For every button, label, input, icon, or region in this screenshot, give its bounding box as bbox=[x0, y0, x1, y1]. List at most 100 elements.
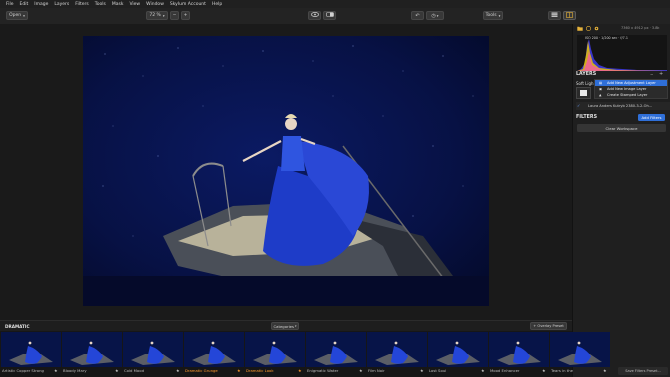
preset-card[interactable]: Enigmatic Water ★ bbox=[306, 331, 366, 377]
zoom-in-label: + bbox=[183, 13, 188, 18]
categories-dropdown[interactable]: Categories ▾ bbox=[271, 322, 299, 330]
layer-visible-check-icon[interactable]: ✓ bbox=[577, 103, 580, 108]
preset-card[interactable]: Tears in the ★ bbox=[550, 331, 610, 377]
open-button[interactable]: Open ▾ bbox=[6, 11, 28, 20]
preset-thumbnail[interactable] bbox=[184, 332, 244, 367]
chevron-down-icon: ▾ bbox=[436, 13, 439, 18]
favorite-star-icon[interactable]: ★ bbox=[420, 368, 424, 373]
minus-icon[interactable]: − bbox=[650, 72, 653, 77]
chevron-down-icon: ▾ bbox=[294, 324, 297, 328]
filters-panel-button[interactable] bbox=[563, 11, 576, 20]
preset-thumbnail[interactable] bbox=[245, 332, 305, 367]
add-filters-button[interactable]: Add Filters bbox=[638, 114, 665, 121]
favorite-star-icon[interactable]: ★ bbox=[54, 368, 58, 373]
right-panel: 7360 x 4912 px · 3.8k ISO 200 · 1/200 se… bbox=[572, 24, 670, 377]
layer-thumbnail-adjust[interactable] bbox=[576, 87, 591, 99]
preset-thumbnail[interactable] bbox=[428, 332, 488, 367]
save-filters-preset-button[interactable]: Save Filters Preset... bbox=[618, 367, 668, 375]
folder-icon[interactable] bbox=[577, 26, 583, 33]
preset-label: Dramatic Grunge bbox=[185, 368, 218, 373]
histogram bbox=[577, 35, 667, 71]
menu-item-create-stamped-layer[interactable]: ▲ Create Stamped Layer bbox=[595, 92, 667, 98]
undo-button[interactable]: ↶ bbox=[411, 11, 424, 20]
clear-workspace-button[interactable]: Clear Workspace bbox=[577, 124, 666, 132]
add-filters-label: Add Filters bbox=[641, 115, 662, 120]
favorite-star-icon[interactable]: ★ bbox=[603, 368, 607, 373]
menu-mask[interactable]: Mask bbox=[112, 2, 124, 7]
compare-button[interactable] bbox=[323, 11, 336, 20]
preset-card[interactable]: Dramatic Grunge ★ bbox=[184, 331, 244, 377]
preset-label: Cold Mood bbox=[124, 368, 144, 373]
menu-file[interactable]: File bbox=[6, 2, 14, 7]
image-info: 7360 x 4912 px · 3.8k bbox=[621, 26, 660, 30]
zoom-in-button[interactable]: + bbox=[181, 11, 190, 20]
preset-thumbnail[interactable] bbox=[306, 332, 366, 367]
main-photo bbox=[83, 36, 489, 306]
add-layer-icon[interactable]: + bbox=[659, 71, 663, 77]
menu-item-label: Add New Image Layer bbox=[607, 86, 647, 91]
menu-edit[interactable]: Edit bbox=[20, 2, 29, 7]
preset-card[interactable]: Artistic Copper Strong ★ bbox=[1, 331, 61, 377]
presets-panel-button[interactable] bbox=[548, 11, 561, 20]
menu-help[interactable]: Help bbox=[212, 2, 222, 7]
zoom-out-button[interactable]: − bbox=[170, 11, 179, 20]
preset-card[interactable]: Cold Mood ★ bbox=[123, 331, 183, 377]
info-icon[interactable] bbox=[585, 25, 592, 33]
preview-button[interactable] bbox=[308, 11, 321, 20]
favorite-star-icon[interactable]: ★ bbox=[237, 368, 241, 373]
toolbar: Open ▾ 72 % ▾ − + ↶ ◷ ▾ Tools ▾ bbox=[0, 8, 670, 25]
preset-label: Film Noir bbox=[368, 368, 385, 373]
preset-thumbnail[interactable] bbox=[550, 332, 610, 367]
zoom-select[interactable]: 72 % ▾ bbox=[146, 11, 168, 20]
chevron-down-icon: ▾ bbox=[23, 13, 25, 18]
preset-thumbnail[interactable] bbox=[367, 332, 427, 367]
menu-layers[interactable]: Layers bbox=[54, 2, 69, 7]
layer-row[interactable]: ✓ Laura Anders Kutryb 2380-3-2-Oh... bbox=[576, 102, 670, 110]
history-button[interactable]: ◷ ▾ bbox=[426, 11, 444, 20]
overlay-preset-button[interactable]: + Overlay Preset bbox=[530, 322, 567, 330]
tools-button[interactable]: Tools ▾ bbox=[483, 11, 503, 20]
layer-name: Laura Anders Kutryb 2380-3-2-Oh... bbox=[588, 103, 653, 108]
layer-context-menu: ▤ Add New Adjustment Layer ▣ Add New Ima… bbox=[594, 79, 668, 99]
preset-card[interactable]: Bloody Mary ★ bbox=[62, 331, 122, 377]
favorite-star-icon[interactable]: ★ bbox=[176, 368, 180, 373]
blend-mode-label[interactable]: Soft Ligh bbox=[576, 81, 594, 86]
categories-label: Categories bbox=[273, 323, 294, 329]
favorite-star-icon[interactable]: ★ bbox=[481, 368, 485, 373]
eye-icon bbox=[310, 12, 319, 19]
preset-card[interactable]: Dramatic Look ★ bbox=[245, 331, 305, 377]
exif-info: ISO 200 · 1/200 sec · f/7.1 bbox=[585, 36, 628, 40]
menu-view[interactable]: View bbox=[129, 2, 140, 7]
layers-title: LAYERS bbox=[576, 72, 597, 77]
compare-icon bbox=[325, 12, 334, 19]
menu-image[interactable]: Image bbox=[34, 2, 48, 7]
overlay-preset-label: + Overlay Preset bbox=[533, 324, 564, 328]
preset-thumbnail[interactable] bbox=[123, 332, 183, 367]
filters-title: FILTERS bbox=[576, 115, 598, 120]
menu-tools[interactable]: Tools bbox=[95, 2, 106, 7]
preset-thumbnail[interactable] bbox=[1, 332, 61, 367]
preset-label: Tears in the bbox=[551, 368, 573, 373]
preset-thumbnail[interactable] bbox=[62, 332, 122, 367]
menu-window[interactable]: Window bbox=[146, 2, 164, 7]
menu-item-label: Create Stamped Layer bbox=[607, 92, 648, 97]
favorite-star-icon[interactable]: ★ bbox=[115, 368, 119, 373]
preset-card[interactable]: Film Noir ★ bbox=[367, 331, 427, 377]
favorite-star-icon[interactable]: ★ bbox=[542, 368, 546, 373]
preset-card[interactable]: Mood Enhancer ★ bbox=[489, 331, 549, 377]
preset-thumbnail[interactable] bbox=[489, 332, 549, 367]
history-icon: ◷ bbox=[431, 12, 436, 19]
save-filters-preset-label: Save Filters Preset... bbox=[625, 369, 661, 373]
menu-skylum-account[interactable]: Skylum Account bbox=[170, 2, 206, 7]
favorite-star-icon[interactable]: ★ bbox=[359, 368, 363, 373]
gear-icon[interactable] bbox=[594, 26, 599, 33]
preset-category-title: DRAMATIC bbox=[5, 324, 30, 329]
favorite-star-icon[interactable]: ★ bbox=[298, 368, 302, 373]
chevron-down-icon: ▾ bbox=[498, 13, 501, 18]
open-label: Open bbox=[9, 13, 22, 18]
preset-label: Artistic Copper Strong bbox=[2, 368, 44, 373]
tools-label: Tools bbox=[485, 13, 497, 18]
menu-filters[interactable]: Filters bbox=[75, 2, 89, 7]
preset-label: Mood Enhancer bbox=[490, 368, 520, 373]
preset-card[interactable]: Lost Soul ★ bbox=[428, 331, 488, 377]
